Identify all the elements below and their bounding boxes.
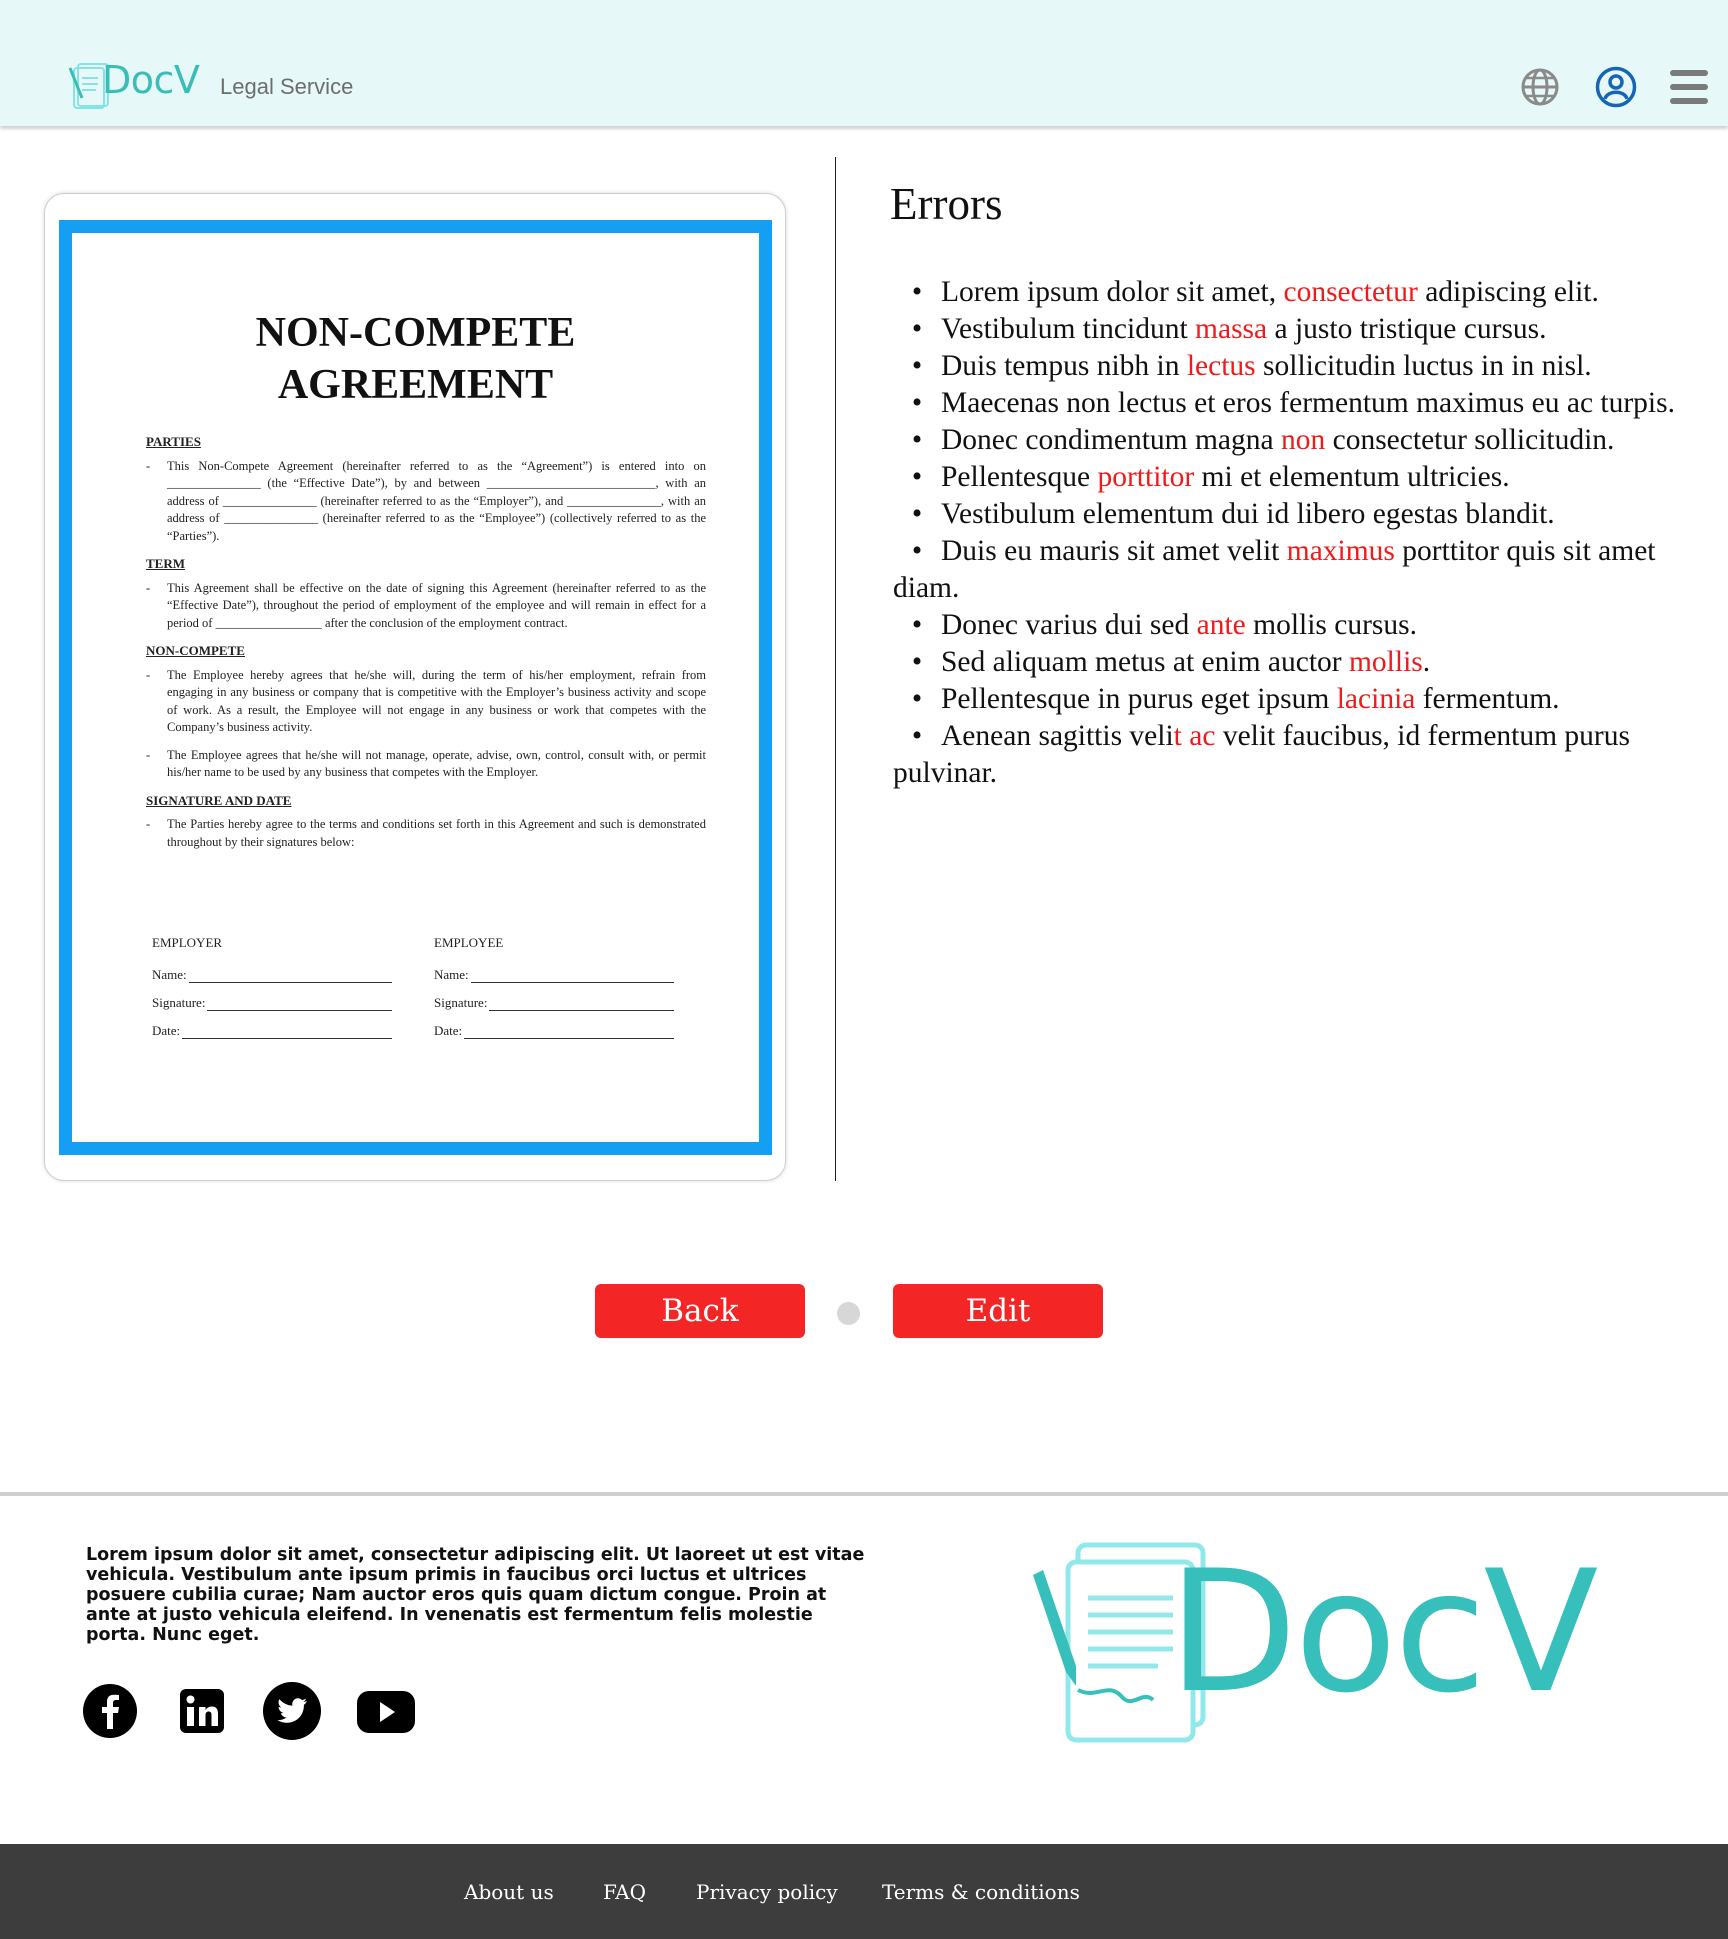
document-title-line2: AGREEMENT xyxy=(277,362,554,408)
section-heading-term: TERM xyxy=(146,556,185,571)
error-highlight: porttitor xyxy=(1097,461,1195,493)
linkedin-icon[interactable] xyxy=(172,1681,232,1741)
employer-signature-column: EMPLOYER Name: Signature: Date: xyxy=(152,935,392,1051)
document-title-line1: NON-COMPETE xyxy=(255,310,576,356)
error-highlight: t ac xyxy=(1173,720,1216,752)
errors-title: Errors xyxy=(890,179,1003,229)
footer-divider xyxy=(0,1492,1728,1496)
date-label: Date: xyxy=(434,1023,463,1038)
error-highlight: maximus xyxy=(1286,535,1395,567)
step-indicator-dot xyxy=(837,1302,860,1325)
employee-signature-column: EMPLOYEE Name: Signature: Date: xyxy=(434,935,674,1051)
error-highlight: lacinia xyxy=(1336,683,1416,715)
footer-links-bar: About us FAQ Privacy policy Terms & cond… xyxy=(0,1844,1728,1939)
name-label: Name: xyxy=(152,967,187,982)
section-heading-parties: PARTIES xyxy=(146,434,201,449)
error-item: • Maecenas non lectus et eros fermentum m… xyxy=(911,387,1675,419)
facebook-icon[interactable] xyxy=(80,1681,140,1741)
error-item: • Lorem ipsum dolor sit amet, consectetur… xyxy=(911,276,1599,308)
noncompete-paragraph-2: The Employee agrees that he/she will not… xyxy=(146,747,706,782)
error-highlight: lectus xyxy=(1186,350,1256,382)
error-item: • Pellentesque in purus eget ipsum lacini… xyxy=(911,683,1560,715)
error-item: • Duis eu mauris sit amet velit maximus p… xyxy=(893,535,1656,604)
employer-signature-line: Signature: xyxy=(152,995,392,1011)
footer-link-about[interactable]: About us xyxy=(464,1880,554,1904)
noncompete-paragraph-1: The Employee hereby agrees that he/she w… xyxy=(146,667,706,737)
term-paragraph: This Agreement shall be effective on the… xyxy=(146,580,706,633)
employee-label: EMPLOYEE xyxy=(434,935,504,950)
top-header: DocV Legal Service xyxy=(0,0,1728,126)
globe-icon[interactable] xyxy=(1520,67,1560,107)
employer-label: EMPLOYER xyxy=(152,935,223,950)
footer-brand-name: DocV xyxy=(1168,1534,1598,1730)
date-label: Date: xyxy=(152,1023,181,1038)
youtube-icon[interactable] xyxy=(356,1681,416,1741)
document-body: PARTIES This Non-Compete Agreement (here… xyxy=(146,433,706,861)
section-heading-noncompete: NON-COMPETE xyxy=(146,643,245,658)
employee-date-line: Date: xyxy=(434,1023,674,1039)
document-preview-card[interactable]: NON-COMPETE AGREEMENT PARTIES This Non-C… xyxy=(44,193,786,1181)
brand-name[interactable]: DocV xyxy=(102,58,200,102)
error-item: • Pellentesque porttitor mi et elementum … xyxy=(911,461,1510,493)
error-highlight: massa xyxy=(1195,313,1268,345)
error-item: • Vestibulum elementum dui id libero eges… xyxy=(911,498,1555,530)
name-label: Name: xyxy=(434,967,469,982)
error-highlight: non xyxy=(1280,424,1326,456)
error-item: • Aenean sagittis velit ac velit faucibus… xyxy=(893,720,1630,789)
employer-date-line: Date: xyxy=(152,1023,392,1039)
hamburger-menu-icon[interactable] xyxy=(1670,70,1708,104)
employee-signature-line: Signature: xyxy=(434,995,674,1011)
footer-description: Lorem ipsum dolor sit amet, consectetur … xyxy=(86,1545,865,1645)
twitter-icon[interactable] xyxy=(262,1681,322,1741)
error-item: • Donec condimentum magna non consectetur… xyxy=(911,424,1615,456)
footer-link-privacy[interactable]: Privacy policy xyxy=(696,1880,838,1904)
signature-label: Signature: xyxy=(152,995,206,1010)
brand-tagline: Legal Service xyxy=(220,74,354,99)
footer-link-terms[interactable]: Terms & conditions xyxy=(882,1880,1080,1904)
parties-paragraph: This Non-Compete Agreement (hereinafter … xyxy=(146,458,706,546)
back-button[interactable]: Back xyxy=(595,1284,805,1338)
vertical-divider xyxy=(835,157,836,1181)
error-item: • Sed aliquam metus at enim auctor mollis… xyxy=(911,646,1431,678)
signature-label: Signature: xyxy=(434,995,488,1010)
error-highlight: consectetur xyxy=(1283,276,1418,308)
document-title: NON-COMPETE AGREEMENT xyxy=(72,307,759,411)
document-page: NON-COMPETE AGREEMENT PARTIES This Non-C… xyxy=(59,220,772,1155)
employee-name-line: Name: xyxy=(434,967,674,983)
error-highlight: mollis xyxy=(1348,646,1423,678)
user-account-icon[interactable] xyxy=(1595,66,1637,108)
employer-name-line: Name: xyxy=(152,967,392,983)
signature-paragraph: The Parties hereby agree to the terms an… xyxy=(146,816,706,851)
edit-button[interactable]: Edit xyxy=(893,1284,1103,1338)
error-item: • Donec varius dui sed ante mollis cursus… xyxy=(911,609,1418,641)
errors-list: • Lorem ipsum dolor sit amet, consectetur… xyxy=(893,274,1708,792)
footer-link-faq[interactable]: FAQ xyxy=(603,1880,646,1904)
error-highlight: ante xyxy=(1196,609,1246,641)
error-item: • Vestibulum tincidunt massa a justo tris… xyxy=(911,313,1547,345)
error-item: • Duis tempus nibh in lectus sollicitudin… xyxy=(911,350,1592,382)
section-heading-signature: SIGNATURE AND DATE xyxy=(146,792,292,808)
